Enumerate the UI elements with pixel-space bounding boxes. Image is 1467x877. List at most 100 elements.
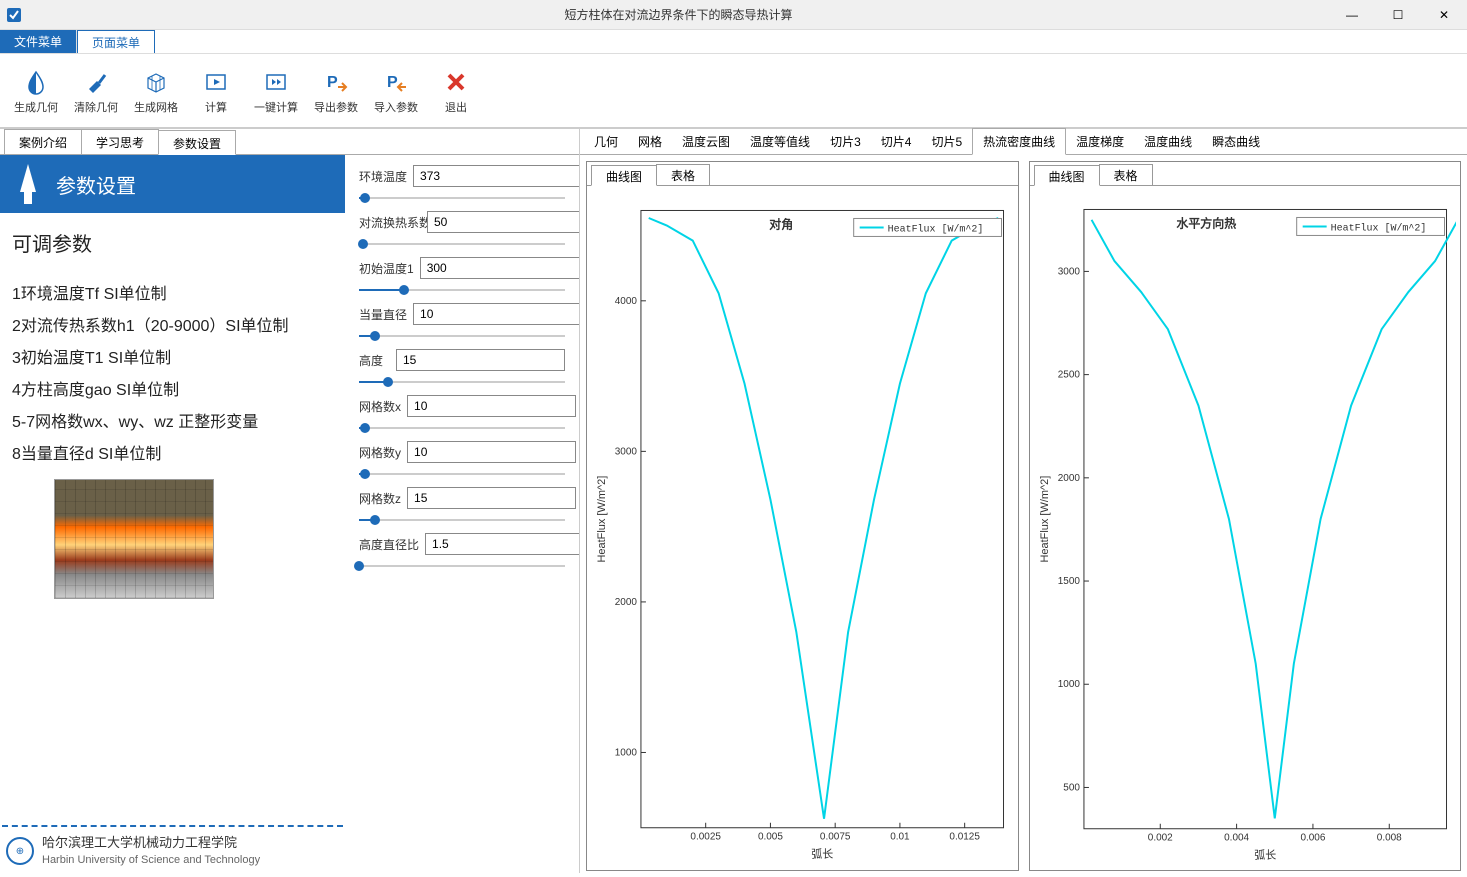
right-tab-温度曲线[interactable]: 温度曲线 [1134,129,1202,154]
left-tabs: 案例介绍 学习思考 参数设置 [0,129,579,155]
param-label-meshz: 网格数z [359,490,401,507]
param-input-conv_coef[interactable] [427,211,579,233]
close-button[interactable]: ✕ [1421,0,1467,30]
svg-text:2500: 2500 [1057,370,1080,381]
param-slider-meshz[interactable] [359,513,565,527]
right-tab-网格[interactable]: 网格 [628,129,672,154]
menu-file[interactable]: 文件菜单 [0,30,77,53]
svg-text:3000: 3000 [615,446,638,457]
param-input-diameter[interactable] [413,303,579,325]
param-row-meshy: 网格数y [359,441,565,481]
oneclick-compute-button[interactable]: 一键计算 [248,59,304,123]
right-tab-温度云图[interactable]: 温度云图 [672,129,740,154]
play-icon [201,67,231,97]
right-tab-温度梯度[interactable]: 温度梯度 [1066,129,1134,154]
svg-text:HeatFlux [W/m^2]: HeatFlux [W/m^2] [1038,476,1050,563]
export-params-button[interactable]: P 导出参数 [308,59,364,123]
param-input-meshy[interactable] [407,441,576,463]
right-tab-热流密度曲线[interactable]: 热流密度曲线 [972,128,1066,155]
info-header: 参数设置 [0,155,345,213]
svg-text:0.0075: 0.0075 [820,832,851,843]
title-bar: 短方柱体在对流边界条件下的瞬态导热计算 — ☐ ✕ [0,0,1467,30]
svg-text:P: P [387,74,398,91]
svg-text:0.0125: 0.0125 [949,832,980,843]
param-input-height[interactable] [396,349,565,371]
right-tab-切片5[interactable]: 切片5 [921,129,972,154]
university-name-cn: 哈尔滨理工大学机械动力工程学院 [42,835,260,851]
import-params-button[interactable]: P 导入参数 [368,59,424,123]
param-slider-diameter[interactable] [359,329,565,343]
menu-page[interactable]: 页面菜单 [77,30,155,53]
svg-text:0.01: 0.01 [890,832,910,843]
param-label-diameter: 当量直径 [359,306,407,323]
chart-2-plot: 500100015002000250030000.0020.0040.0060.… [1034,190,1457,866]
param-row-meshz: 网格数z [359,487,565,527]
param-label-init_temp: 初始温度1 [359,260,414,277]
svg-text:HeatFlux [W/m^2]: HeatFlux [W/m^2] [888,223,984,234]
param-slider-meshx[interactable] [359,421,565,435]
param-slider-conv_coef[interactable] [359,237,565,251]
svg-text:对角: 对角 [769,216,793,231]
exit-button[interactable]: 退出 [428,59,484,123]
param-slider-ratio[interactable] [359,559,565,573]
param-row-height: 高度 [359,349,565,389]
maximize-button[interactable]: ☐ [1375,0,1421,30]
svg-text:P: P [327,74,338,91]
minimize-button[interactable]: — [1329,0,1375,30]
chart2-tab-table[interactable]: 表格 [1099,164,1153,185]
chart1-tab-table[interactable]: 表格 [656,164,710,185]
param-desc-5: 5-7网格数wx、wy、wz 正整形变量 [12,407,333,439]
right-tab-温度等值线[interactable]: 温度等值线 [740,129,820,154]
param-input-meshx[interactable] [407,395,576,417]
svg-text:500: 500 [1063,782,1080,793]
svg-text:0.005: 0.005 [758,832,783,843]
chart-box-1: 曲线图 表格 10002000300040000.00250.0050.0075… [586,161,1019,871]
param-desc-2: 2对流传热系数h1（20-9000）SI单位制 [12,311,333,343]
tower-icon [10,162,46,206]
chart2-tab-curve[interactable]: 曲线图 [1034,165,1100,186]
play-all-icon [261,67,291,97]
chart-box-2: 曲线图 表格 500100015002000250030000.0020.004… [1029,161,1462,871]
param-slider-height[interactable] [359,375,565,389]
param-input-meshz[interactable] [407,487,576,509]
param-desc-4: 4方柱高度gao SI单位制 [12,375,333,407]
param-desc-1: 1环境温度Tf SI单位制 [12,279,333,311]
right-tab-瞬态曲线[interactable]: 瞬态曲线 [1202,129,1270,154]
param-input-init_temp[interactable] [420,257,579,279]
export-icon: P [321,67,351,97]
param-row-meshx: 网格数x [359,395,565,435]
info-body: 可调参数 1环境温度Tf SI单位制 2对流传热系数h1（20-9000）SI单… [0,213,345,815]
gen-mesh-button[interactable]: 生成网格 [128,59,184,123]
info-panel: 参数设置 可调参数 1环境温度Tf SI单位制 2对流传热系数h1（20-900… [0,155,345,873]
param-input-ratio[interactable] [425,533,579,555]
tab-intro[interactable]: 案例介绍 [4,129,82,154]
close-icon [441,67,471,97]
gen-geom-button[interactable]: 生成几何 [8,59,64,123]
chart1-tab-curve[interactable]: 曲线图 [591,165,657,186]
param-input-env_temp[interactable] [413,165,579,187]
tab-params[interactable]: 参数设置 [158,130,236,155]
svg-text:1000: 1000 [1057,679,1080,690]
param-slider-init_temp[interactable] [359,283,565,297]
left-panel: 案例介绍 学习思考 参数设置 参数设置 可调参数 1环境温度Tf SI单位制 2… [0,129,580,873]
import-icon: P [381,67,411,97]
svg-text:1500: 1500 [1057,576,1080,587]
param-slider-meshy[interactable] [359,467,565,481]
param-row-env_temp: 环境温度 [359,165,565,205]
right-tab-切片3[interactable]: 切片3 [820,129,871,154]
param-slider-env_temp[interactable] [359,191,565,205]
compute-button[interactable]: 计算 [188,59,244,123]
svg-text:HeatFlux [W/m^2]: HeatFlux [W/m^2] [1330,222,1426,233]
tab-study[interactable]: 学习思考 [81,129,159,154]
svg-text:3000: 3000 [1057,266,1080,277]
clear-geom-button[interactable]: 清除几何 [68,59,124,123]
chart-1-plot: 10002000300040000.00250.0050.00750.010.0… [591,190,1014,866]
svg-text:水平方向热: 水平方向热 [1176,215,1236,230]
right-tab-切片4[interactable]: 切片4 [871,129,922,154]
param-label-conv_coef: 对流换热系数 [359,214,421,231]
right-tab-几何[interactable]: 几何 [584,129,628,154]
cube-mesh-icon [141,67,171,97]
svg-text:0.002: 0.002 [1147,833,1172,844]
right-panel: 几何网格温度云图温度等值线切片3切片4切片5热流密度曲线温度梯度温度曲线瞬态曲线… [580,129,1467,873]
furnace-image [54,479,214,599]
